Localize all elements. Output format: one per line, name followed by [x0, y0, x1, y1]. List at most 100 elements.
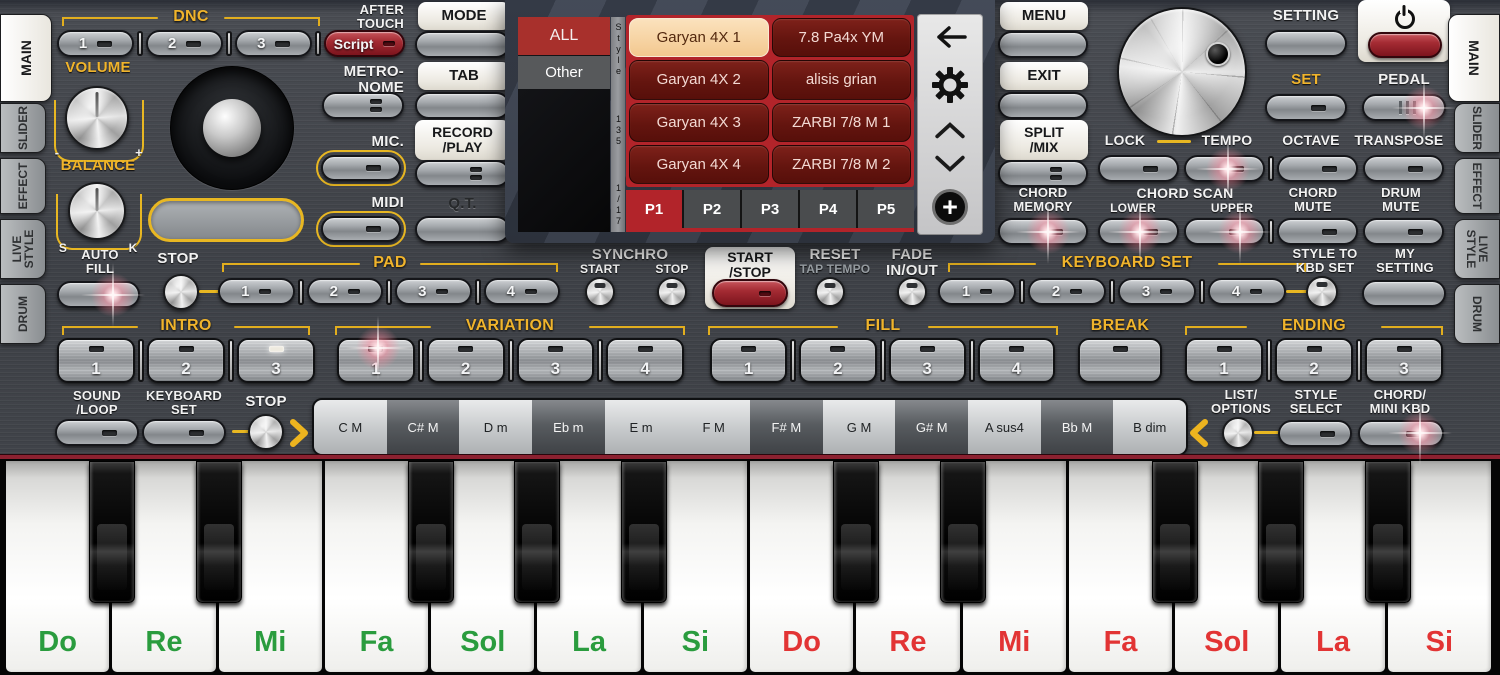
- sidebar-tab-drum[interactable]: DRUM: [0, 284, 46, 344]
- metronome-button[interactable]: [322, 92, 404, 119]
- fill-button-4[interactable]: 4: [978, 338, 1055, 383]
- page-tab-p2[interactable]: P2: [684, 190, 740, 228]
- sidebar-tab-main[interactable]: MAIN: [0, 14, 52, 102]
- chevron-right-icon[interactable]: [288, 418, 310, 448]
- add-icon[interactable]: +: [932, 189, 968, 225]
- chord-key[interactable]: D m: [459, 400, 532, 454]
- chord-scan-lower-button[interactable]: [1098, 218, 1179, 245]
- menu-button[interactable]: [998, 31, 1088, 58]
- pitch-joystick[interactable]: [170, 66, 294, 190]
- midi-button[interactable]: [321, 216, 401, 242]
- exit-tab[interactable]: EXIT: [1000, 62, 1088, 90]
- ending-button-3[interactable]: 3: [1365, 338, 1443, 383]
- chord-mute-button[interactable]: [1277, 218, 1358, 245]
- balance-knob[interactable]: [68, 182, 126, 240]
- chord-scan-upper-button[interactable]: [1184, 218, 1265, 245]
- pad-stop-knob[interactable]: [163, 274, 199, 310]
- keyboard-set-button-3[interactable]: 3: [1118, 278, 1196, 305]
- fade-knob[interactable]: [897, 277, 927, 307]
- mic-button[interactable]: [321, 155, 401, 181]
- chord-key[interactable]: G# M: [895, 400, 968, 454]
- chord-key[interactable]: C# M: [387, 400, 460, 454]
- tempo-knob[interactable]: [1117, 7, 1247, 137]
- black-key[interactable]: [89, 461, 135, 603]
- setting-button[interactable]: [1265, 30, 1347, 57]
- transpose-button[interactable]: [1363, 155, 1444, 182]
- dnc-button-2[interactable]: 2: [146, 30, 223, 57]
- black-key[interactable]: [833, 461, 879, 603]
- record-play-button[interactable]: [415, 160, 510, 187]
- style-item[interactable]: ZARBI 7/8 M 1: [772, 103, 912, 142]
- chord-key[interactable]: E m: [605, 400, 678, 454]
- intro-button-3[interactable]: 3: [237, 338, 315, 383]
- sidebar-tab-effect[interactable]: EFFECT: [1454, 158, 1500, 214]
- style-item[interactable]: alisis grian: [772, 60, 912, 99]
- sidebar-tab-drum[interactable]: DRUM: [1454, 284, 1500, 344]
- page-tab-p5[interactable]: P5: [858, 190, 914, 228]
- bottom-stop-knob[interactable]: [248, 414, 284, 450]
- sound-loop-button[interactable]: [55, 419, 139, 446]
- synchro-stop-knob[interactable]: [657, 277, 687, 307]
- black-key[interactable]: [1365, 461, 1411, 603]
- split-mix-tab[interactable]: SPLIT /MIX: [1000, 120, 1088, 160]
- octave-button[interactable]: [1277, 155, 1358, 182]
- chevron-down-icon[interactable]: [934, 155, 966, 173]
- style-to-kbd-knob[interactable]: [1306, 276, 1338, 308]
- drum-mute-button[interactable]: [1363, 218, 1444, 245]
- variation-button-1[interactable]: 1: [337, 338, 415, 383]
- sidebar-tab-slider[interactable]: SLIDER: [1454, 103, 1500, 153]
- chord-key[interactable]: C M: [314, 400, 387, 454]
- keyboard-set-button-4[interactable]: 4: [1208, 278, 1286, 305]
- pedal-button[interactable]: [1362, 94, 1446, 121]
- pad-button-2[interactable]: 2: [307, 278, 384, 305]
- pad-button-4[interactable]: 4: [484, 278, 561, 305]
- variation-button-2[interactable]: 2: [427, 338, 505, 383]
- sidebar-tab-slider[interactable]: SLIDER: [0, 103, 46, 153]
- chevron-up-icon[interactable]: [934, 121, 966, 139]
- black-key[interactable]: [621, 461, 667, 603]
- black-key[interactable]: [940, 461, 986, 603]
- sidebar-tab-effect[interactable]: EFFECT: [0, 158, 46, 214]
- ending-button-2[interactable]: 2: [1275, 338, 1353, 383]
- ending-button-1[interactable]: 1: [1185, 338, 1263, 383]
- back-arrow-icon[interactable]: [932, 24, 968, 50]
- list-options-knob[interactable]: [1222, 417, 1254, 449]
- fill-button-1[interactable]: 1: [710, 338, 787, 383]
- page-tab-p4[interactable]: P4: [800, 190, 856, 228]
- black-key[interactable]: [1152, 461, 1198, 603]
- page-tab-p3[interactable]: P3: [742, 190, 798, 228]
- set-button[interactable]: [1265, 94, 1347, 121]
- mode-button[interactable]: [415, 31, 510, 58]
- sidebar-tab-live-style[interactable]: LIVE STYLE: [0, 219, 46, 279]
- record-play-tab[interactable]: RECORD /PLAY: [415, 120, 510, 160]
- page-tab-p1[interactable]: P1: [626, 190, 682, 228]
- fill-button-2[interactable]: 2: [799, 338, 876, 383]
- synchro-start-knob[interactable]: [585, 277, 615, 307]
- qt-button[interactable]: [415, 216, 510, 243]
- mode-tab[interactable]: MODE: [418, 2, 510, 30]
- black-key[interactable]: [196, 461, 242, 603]
- style-item[interactable]: Garyan 4X 3: [629, 103, 769, 142]
- chord-key[interactable]: F M: [677, 400, 750, 454]
- gear-icon[interactable]: [931, 66, 969, 104]
- intro-button-1[interactable]: 1: [57, 338, 135, 383]
- chevron-left-icon[interactable]: [1188, 418, 1210, 448]
- tab-tab[interactable]: TAB: [418, 62, 510, 90]
- exit-button[interactable]: [998, 92, 1088, 119]
- filter-other[interactable]: Other: [518, 56, 610, 89]
- fill-button-3[interactable]: 3: [889, 338, 966, 383]
- auto-fill-button[interactable]: [57, 281, 140, 308]
- keyboard-set-button-1[interactable]: 1: [938, 278, 1016, 305]
- pad-button-3[interactable]: 3: [395, 278, 472, 305]
- tab-button[interactable]: [415, 92, 510, 119]
- sidebar-tab-live-style[interactable]: LIVE STYLE: [1454, 219, 1500, 279]
- break-button[interactable]: [1078, 338, 1162, 383]
- filter-all[interactable]: ALL: [518, 17, 610, 55]
- chord-key[interactable]: Bb M: [1041, 400, 1114, 454]
- chord-key[interactable]: G M: [823, 400, 896, 454]
- dnc-button-1[interactable]: 1: [57, 30, 134, 57]
- style-item[interactable]: Garyan 4X 1: [629, 18, 769, 57]
- style-item[interactable]: Garyan 4X 2: [629, 60, 769, 99]
- style-item[interactable]: ZARBI 7/8 M 2: [772, 145, 912, 184]
- tempo-button[interactable]: [1184, 155, 1265, 182]
